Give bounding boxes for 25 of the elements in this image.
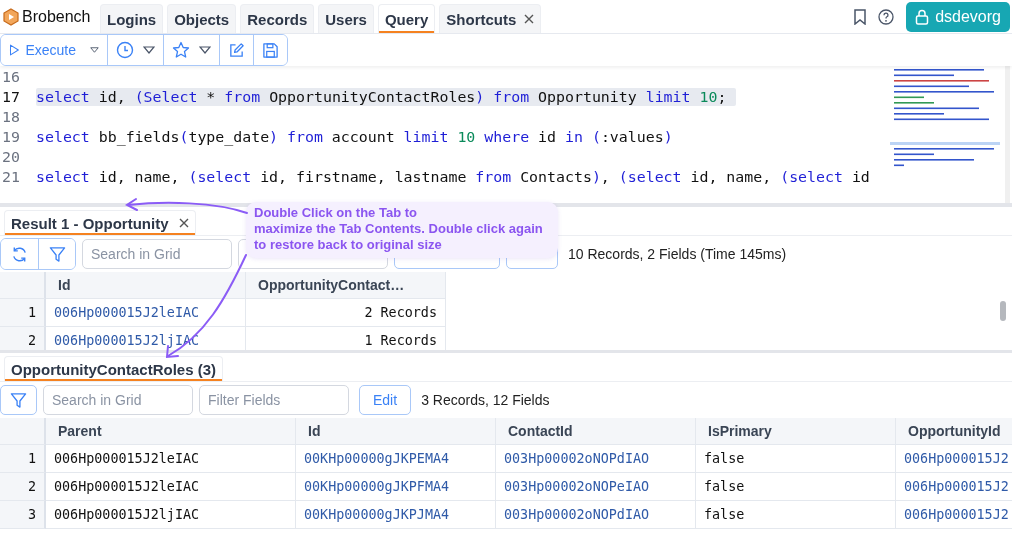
- record-summary: 3 Records, 12 Fields: [421, 392, 550, 408]
- line-number: 20: [1, 148, 21, 166]
- code-line: select id, name, (select id, firstname, lastname from Contacts), (select id, name, (select id: [36, 168, 870, 186]
- table-cell: 006Hp000015J2leIAC: [46, 445, 296, 473]
- row-number: 1: [0, 299, 46, 327]
- row-number: 2: [0, 473, 46, 501]
- table-cell: 006Hp000015J2leIAC: [46, 473, 296, 501]
- row-number: 1: [0, 445, 46, 473]
- line-number: 21: [1, 168, 21, 186]
- line-number: 18: [1, 108, 21, 126]
- row-number: 2: [0, 327, 46, 350]
- line-number: 19: [1, 128, 21, 146]
- table-cell: false: [696, 445, 896, 473]
- app-name: Brobench: [22, 7, 91, 26]
- record-summary: 10 Records, 2 Fields (Time 145ms): [568, 246, 787, 262]
- row-number: 3: [0, 501, 46, 529]
- table-cell: 1 Records: [246, 327, 446, 350]
- line-number: 16: [1, 68, 21, 86]
- table-cell: 006Hp000015J2ljIAC: [46, 501, 296, 529]
- code-line: select bb_fields(type_date) from account limit 10 where id in (:values): [36, 128, 673, 146]
- table-cell: 2 Records: [246, 299, 446, 327]
- line-number: 17: [1, 88, 21, 106]
- table-cell: false: [696, 501, 896, 529]
- table-cell: false: [696, 473, 896, 501]
- hint-text: Double Click on the Tab to maximize the Tab Contents. Double click again to restore back to original size: [254, 205, 544, 253]
